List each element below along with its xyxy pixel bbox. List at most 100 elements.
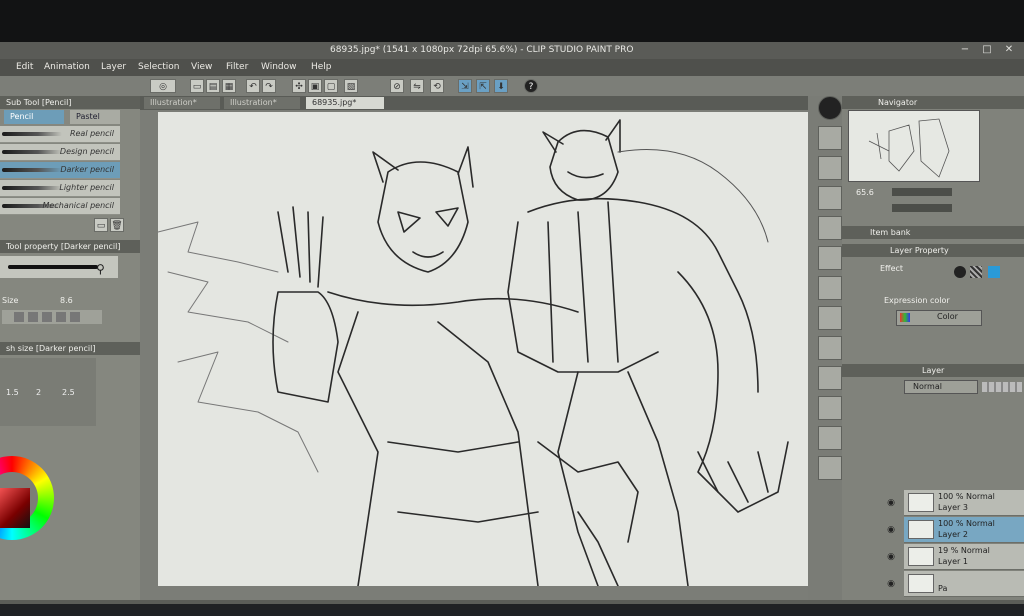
zoom-icon[interactable] — [818, 96, 842, 120]
brush-mechanical-pencil[interactable]: Mechanical pencil — [0, 198, 120, 215]
menu-layer[interactable]: Layer — [101, 59, 126, 76]
navigator-zoom-slider[interactable] — [892, 188, 952, 196]
eyedropper-icon[interactable] — [818, 216, 842, 240]
eye-icon[interactable]: ◉ — [884, 550, 898, 564]
effect-label: Effect — [880, 264, 904, 273]
size-preset-2[interactable]: 2 — [36, 388, 41, 397]
rotate-icon[interactable]: ⟲ — [430, 79, 444, 93]
layer-opacity: 19 % Normal — [938, 546, 990, 555]
clear-icon[interactable]: ⊘ — [390, 79, 404, 93]
expression-color-select[interactable]: Color — [896, 310, 982, 326]
layer-thumbnail — [908, 520, 934, 539]
menu-filter[interactable]: Filter — [226, 59, 248, 76]
opacity-slider[interactable] — [2, 310, 102, 324]
close-icon[interactable]: ✕ — [1002, 44, 1016, 56]
item-bank-header: Item bank — [842, 226, 1024, 239]
menu-view[interactable]: View — [191, 59, 212, 76]
undo-icon[interactable]: ↶ — [246, 79, 260, 93]
quick-access-strip — [808, 96, 842, 616]
layer-row-3[interactable]: 100 % Normal Layer 3 — [904, 490, 1024, 516]
layer-header: Layer — [842, 364, 1024, 377]
move-tool-icon[interactable] — [818, 126, 842, 150]
figure-tool-icon[interactable] — [818, 426, 842, 450]
navigator-rotate-slider[interactable] — [892, 204, 952, 212]
snap-ruler-icon[interactable]: ⇲ — [458, 79, 472, 93]
pen-tool-icon[interactable] — [818, 246, 842, 270]
selection-icon[interactable]: ▣ — [308, 79, 322, 93]
menu-selection[interactable]: Selection — [138, 59, 179, 76]
deselect-icon[interactable]: ▢ — [324, 79, 338, 93]
maximize-icon[interactable]: □ — [980, 44, 994, 56]
tab-pastel[interactable]: Pastel — [70, 110, 120, 124]
brush-real-pencil[interactable]: Real pencil — [0, 126, 120, 143]
brush-label: Mechanical pencil — [42, 201, 114, 210]
layer-thumbnail — [908, 547, 934, 566]
color-square[interactable] — [0, 488, 30, 528]
drawing-canvas[interactable] — [158, 112, 812, 586]
layer-thumbnail — [908, 574, 934, 593]
tone-effect-icon[interactable] — [970, 266, 982, 278]
menu-edit[interactable]: Edit — [16, 59, 33, 76]
layer-row-1[interactable]: 19 % Normal Layer 1 — [904, 544, 1024, 570]
open-file-icon[interactable]: ▤ — [206, 79, 220, 93]
eraser-tool-icon[interactable] — [818, 306, 842, 330]
swatch — [28, 312, 38, 322]
navigator-zoom[interactable]: 65.6 — [856, 188, 874, 197]
save-icon[interactable]: ▦ — [222, 79, 236, 93]
delete-subtool-icon[interactable]: 🗑 — [110, 218, 124, 232]
brush-tool-icon[interactable] — [818, 276, 842, 300]
eye-icon[interactable]: ◉ — [884, 523, 898, 537]
opacity-bar[interactable] — [982, 382, 1022, 392]
brush-darker-pencil[interactable]: Darker pencil — [0, 162, 120, 179]
brush-design-pencil[interactable]: Design pencil — [0, 144, 120, 161]
border-effect-icon[interactable] — [954, 266, 966, 278]
brush-lighter-pencil[interactable]: Lighter pencil — [0, 180, 120, 197]
layer-row-paper[interactable]: Pa — [904, 571, 1024, 597]
new-file-icon[interactable]: ▭ — [190, 79, 204, 93]
fill-tool-icon[interactable] — [818, 366, 842, 390]
layer-row-2[interactable]: 100 % Normal Layer 2 — [904, 517, 1024, 543]
snap-point-icon[interactable]: ⬇ — [494, 79, 508, 93]
redo-icon[interactable]: ↷ — [262, 79, 276, 93]
tab-pencil[interactable]: Pencil — [4, 110, 64, 124]
eye-icon[interactable]: ◉ — [884, 577, 898, 591]
size-value[interactable]: 8.6 — [60, 296, 73, 305]
layer-name: Layer 2 — [938, 530, 968, 539]
menu-window[interactable]: Window — [261, 59, 297, 76]
frame-tool-icon[interactable] — [818, 456, 842, 480]
tool-property-header: Tool property [Darker pencil] — [0, 240, 140, 253]
help-icon[interactable]: ? — [524, 79, 538, 93]
eye-icon[interactable]: ◉ — [884, 496, 898, 510]
brush-label: Lighter pencil — [59, 183, 114, 192]
brush-size-header: sh size [Darker pencil] — [0, 342, 140, 355]
copy-subtool-icon[interactable]: ▭ — [94, 218, 108, 232]
swatch — [42, 312, 52, 322]
size-preset-2-5[interactable]: 2.5 — [62, 388, 75, 397]
navigator-preview[interactable] — [848, 110, 980, 182]
operation-tool-icon[interactable] — [818, 156, 842, 180]
tab-illustration-2[interactable]: Illustration* — [224, 97, 300, 109]
blend-tool-icon[interactable] — [818, 336, 842, 360]
gradient-tool-icon[interactable] — [818, 396, 842, 420]
menu-help[interactable]: Help — [311, 59, 332, 76]
selection-tool-icon[interactable] — [818, 186, 842, 210]
blend-mode-select[interactable]: Normal — [904, 380, 978, 394]
flip-icon[interactable]: ⇋ — [410, 79, 424, 93]
menu-animation[interactable]: Animation — [44, 59, 90, 76]
expression-color-label: Expression color — [884, 296, 950, 305]
brush-preview-stroke — [8, 265, 98, 269]
wrench-icon[interactable]: ⚲ — [96, 262, 110, 276]
layer-property-header: Layer Property — [842, 244, 1024, 257]
layer-color-icon[interactable] — [988, 266, 1000, 278]
logo-icon[interactable]: ◎ — [150, 79, 176, 93]
brush-stroke-preview — [2, 186, 62, 190]
snap-grid-icon[interactable]: ⇱ — [476, 79, 490, 93]
size-preset-1-5[interactable]: 1.5 — [6, 388, 19, 397]
tab-illustration-1[interactable]: Illustration* — [144, 97, 220, 109]
brush-stroke-preview — [2, 168, 62, 172]
minimize-icon[interactable]: − — [958, 44, 972, 56]
fill-icon[interactable]: ▧ — [344, 79, 358, 93]
tab-68935[interactable]: 68935.jpg* — [306, 97, 384, 109]
transform-icon[interactable]: ✣ — [292, 79, 306, 93]
size-label: Size — [2, 296, 19, 305]
